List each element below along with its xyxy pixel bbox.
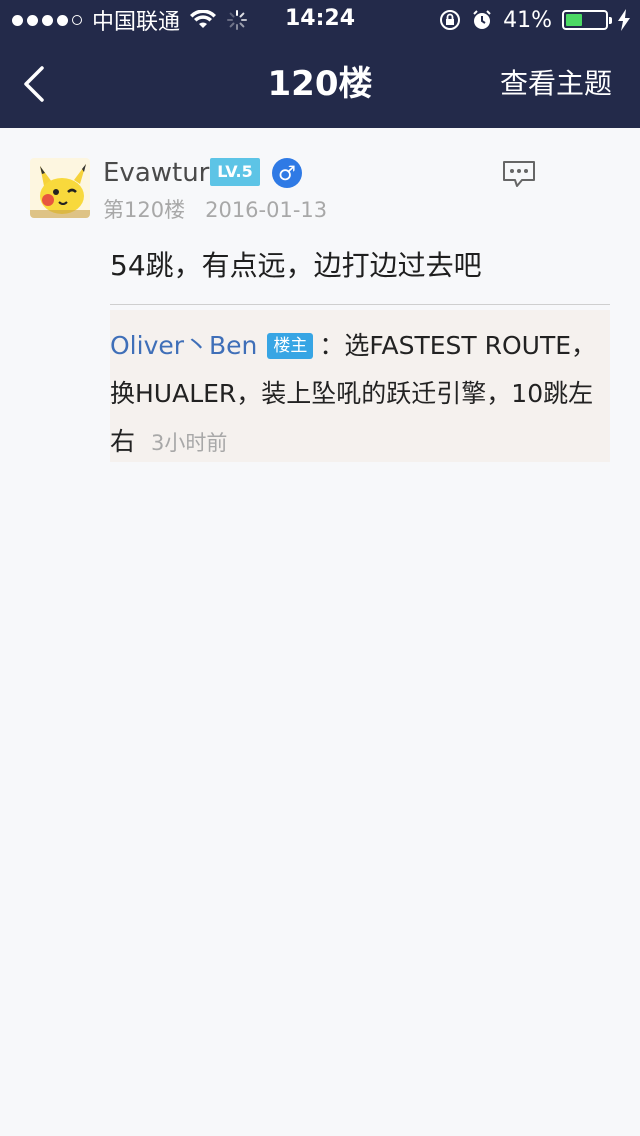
username[interactable]: Evawtur (103, 156, 209, 190)
divider (110, 304, 610, 305)
battery-icon (562, 10, 612, 30)
level-badge: LV.5 (210, 158, 260, 186)
battery-fill (566, 14, 582, 26)
post-content: 54跳，有点远，边打边过去吧 (110, 249, 482, 282)
sub-reply-author[interactable]: Oliver丶Ben (110, 331, 257, 360)
status-bar: 中国联通 14:24 41% (0, 0, 640, 40)
comment-icon[interactable] (502, 160, 536, 188)
owner-badge: 楼主 (267, 333, 314, 359)
sub-reply-body: Oliver丶Ben 楼主 ：选FASTEST ROUTE，换HUALER，装上坠吼… (110, 322, 600, 467)
male-gender-icon: ♂ (272, 158, 302, 188)
post-date: 2016-01-13 (205, 198, 328, 222)
rotation-lock-icon (440, 10, 461, 30)
post-meta: 第120楼 2016-01-13 (103, 196, 327, 224)
sub-reply[interactable]: Oliver丶Ben 楼主 ：选FASTEST ROUTE，换HUALER，装上坠吼… (110, 310, 610, 462)
view-topic-button[interactable]: 查看主题 (500, 62, 612, 106)
sub-reply-time: 3小时前 (151, 431, 228, 455)
top-header: 中国联通 14:24 41% 120楼 查看主题 (0, 0, 640, 128)
pikachu-avatar-icon (30, 158, 90, 218)
avatar[interactable] (30, 158, 90, 218)
battery-percentage: 41% (503, 7, 552, 33)
floor-number: 第120楼 (103, 198, 186, 222)
alarm-icon (473, 10, 491, 29)
charging-bolt-icon (618, 9, 630, 31)
